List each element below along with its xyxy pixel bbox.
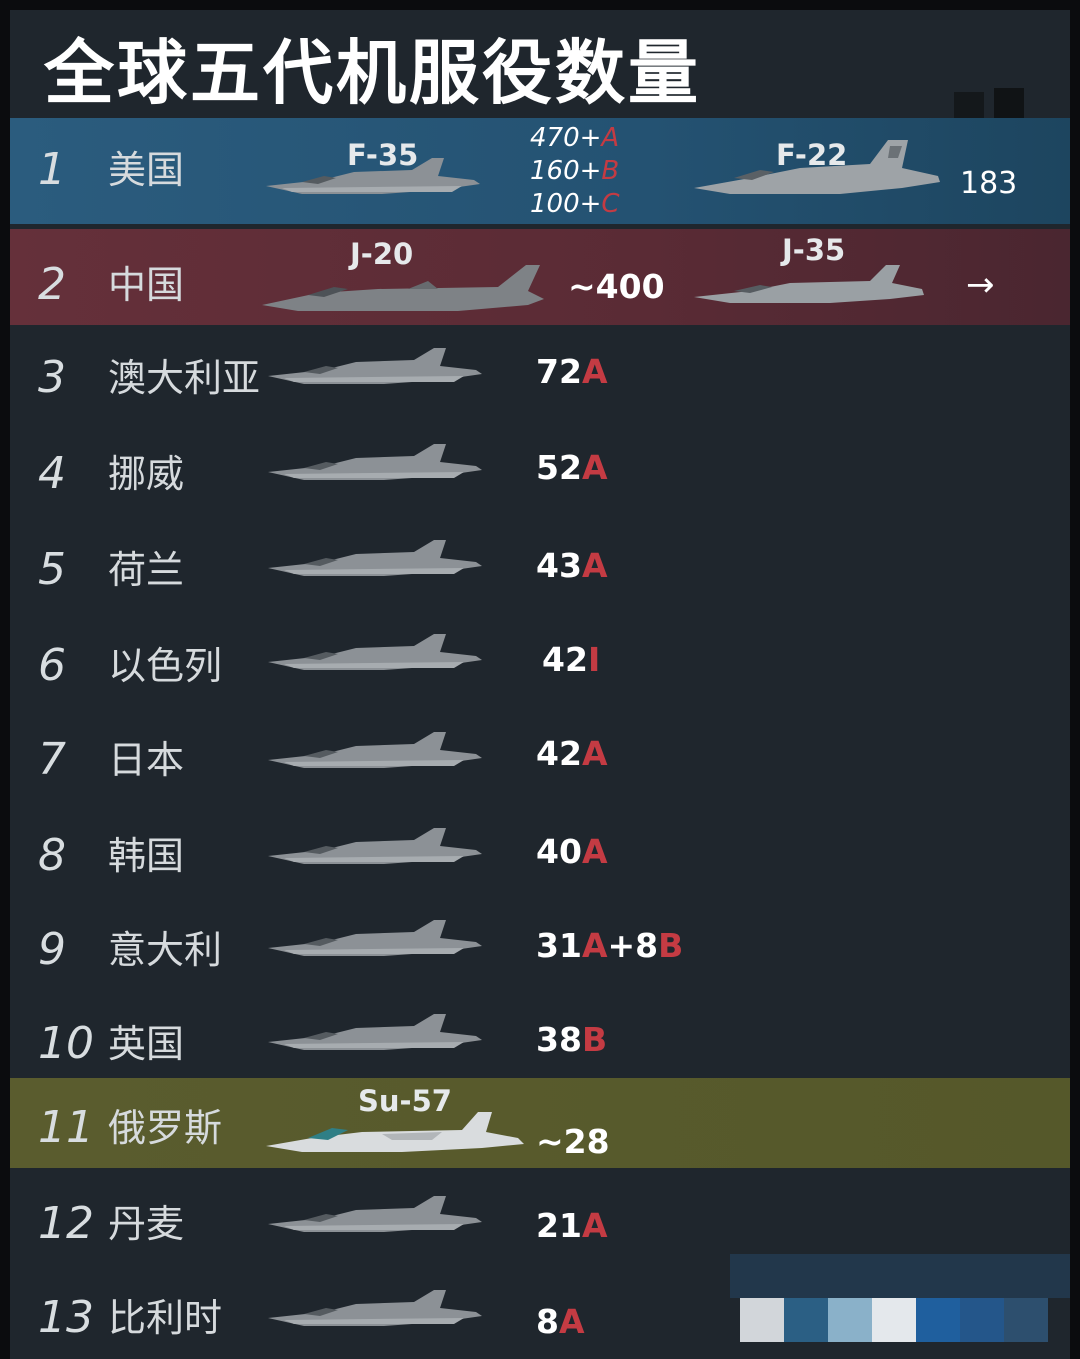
f35-jet-icon: [268, 1014, 482, 1050]
country-name: 丹麦: [108, 1202, 185, 1246]
service-count: 40A: [536, 832, 608, 871]
f35-jet-icon: [268, 828, 482, 864]
rank-number: 3: [38, 352, 66, 403]
variant-letter: C: [601, 189, 620, 219]
ranking-row-1: 1 美国 F-35 470+A 160+B 100+C F-22 183: [10, 118, 1070, 224]
rank-number: 2: [38, 259, 66, 310]
country-name: 意大利: [108, 928, 223, 972]
page-title: 全球五代机服役数量: [44, 32, 701, 114]
country-name: 挪威: [108, 452, 185, 496]
ranking-row-8: 8 韩国 40A: [10, 820, 1070, 881]
ranking-row-7: 7 日本 42A: [10, 724, 1070, 785]
country-name: 韩国: [108, 834, 185, 878]
f35-jet-icon: [268, 540, 482, 576]
ranking-row-5: 5 荷兰 43A: [10, 536, 1070, 596]
count-value: 160+: [530, 156, 602, 186]
service-count: 42I: [542, 640, 601, 679]
f35-variant-counts: 470+A 160+B 100+C: [530, 122, 620, 221]
ranking-row-10: 10 英国 38B: [10, 1008, 1070, 1069]
service-count: 43A: [536, 546, 608, 585]
rank-number: 9: [38, 924, 66, 975]
f35-jet-icon: [268, 1196, 482, 1232]
count-value: 470+: [530, 123, 602, 153]
country-name: 以色列: [108, 644, 223, 688]
rank-number: 6: [38, 640, 66, 691]
country-name: 比利时: [108, 1296, 223, 1340]
f22-count: 183: [960, 166, 1018, 201]
arrow-icon: →: [966, 265, 995, 305]
su57-count: ~28: [536, 1122, 610, 1161]
country-name: 日本: [108, 738, 185, 782]
infographic: 全球五代机服役数量 1 美国 F-35 470+A 160+B 100+C F-…: [10, 10, 1070, 1359]
country-name: 澳大利亚: [108, 356, 261, 400]
service-count: 52A: [536, 448, 608, 487]
rank-number: 7: [38, 734, 66, 785]
count-value: 100+: [530, 189, 602, 219]
su57-jet-icon: [266, 1112, 524, 1152]
f35-jet-icon: [268, 1290, 482, 1326]
country-name: 俄罗斯: [108, 1106, 223, 1150]
service-count: 31A+8B: [536, 926, 684, 965]
variant-letter: A: [601, 123, 620, 153]
j20-jet-icon: [262, 265, 544, 311]
ranking-row-3: 3 澳大利亚 72A: [10, 344, 1070, 404]
service-count: 42A: [536, 734, 608, 773]
country-name: 美国: [108, 148, 185, 192]
f35-jet-icon: [268, 444, 482, 480]
rank-number: 11: [38, 1102, 94, 1153]
service-count: 72A: [536, 352, 608, 391]
j35-jet-icon: [694, 265, 924, 303]
variant-letter: B: [601, 156, 620, 186]
ranking-row-11: 11 俄罗斯 Su-57 ~28: [10, 1078, 1070, 1168]
ranking-row-12: 12 丹麦 21A: [10, 1192, 1070, 1252]
ranking-row-6: 6 以色列 42I: [10, 630, 1070, 691]
rank-number: 5: [38, 544, 66, 595]
pixelated-watermark: [730, 1254, 1070, 1344]
f35-jet-icon: [268, 920, 482, 956]
f35-jet-icon: [266, 158, 480, 194]
service-count: 38B: [536, 1020, 608, 1059]
ranking-row-4: 4 挪威 52A: [10, 440, 1070, 500]
rank-number: 1: [38, 144, 66, 195]
country-name: 中国: [108, 263, 185, 307]
service-count: 21A: [536, 1206, 608, 1245]
country-name: 英国: [108, 1022, 185, 1066]
rank-number: 8: [38, 830, 66, 881]
ranking-row-2: 2 中国 J-20 ~400 J-35 →: [10, 229, 1070, 325]
f35-jet-icon: [268, 634, 482, 670]
country-name: 荷兰: [108, 548, 185, 592]
service-count: 8A: [536, 1302, 585, 1341]
rank-number: 4: [38, 448, 66, 499]
j20-count: ~400: [568, 267, 665, 306]
f35-jet-icon: [268, 348, 482, 384]
rank-number: 13: [38, 1292, 94, 1343]
rank-number: 12: [38, 1198, 94, 1249]
rank-number: 10: [38, 1018, 94, 1069]
ranking-row-9: 9 意大利 31A+8B: [10, 914, 1070, 975]
f35-jet-icon: [268, 732, 482, 768]
f22-jet-icon: [694, 140, 940, 194]
